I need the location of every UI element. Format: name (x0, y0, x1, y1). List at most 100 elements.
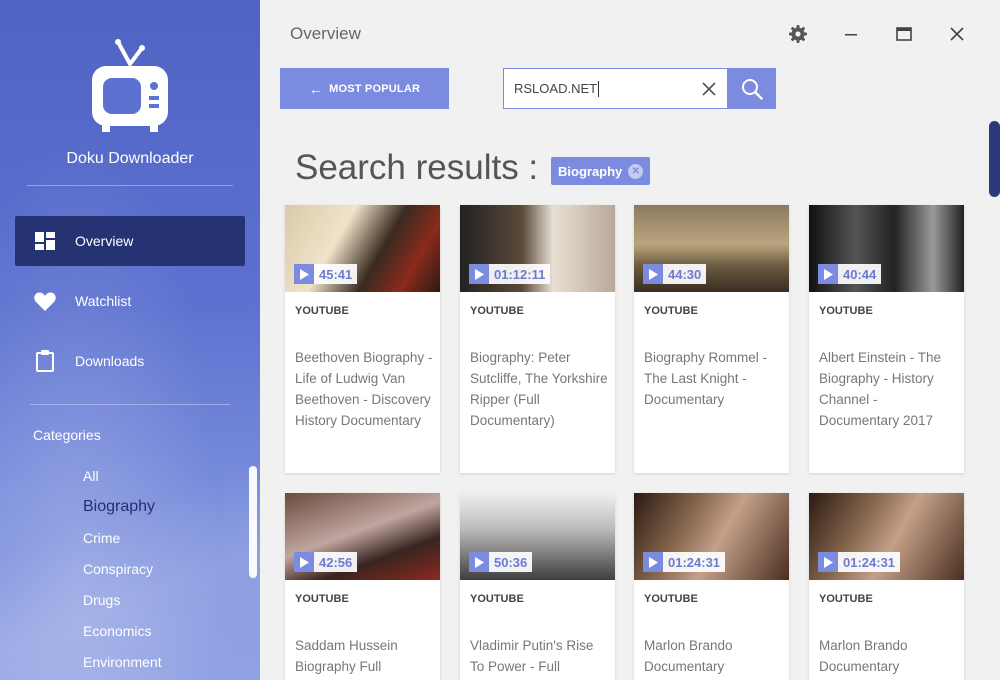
duration-badge: 42:56 (294, 552, 358, 572)
search-input-value: RSLOAD.NET (514, 81, 598, 96)
duration-text: 01:24:31 (668, 554, 721, 570)
heart-icon (15, 291, 75, 311)
video-thumbnail[interactable]: 42:56 (285, 493, 440, 580)
sidebar-item-label: Downloads (75, 353, 145, 369)
maximize-icon (896, 27, 912, 41)
play-icon[interactable] (294, 552, 314, 572)
play-icon[interactable] (818, 264, 838, 284)
video-source: YOUTUBE (295, 593, 349, 605)
sidebar: Doku Downloader Overview Watchlist Downl… (0, 0, 260, 680)
video-title[interactable]: Marlon Brando Documentary (644, 635, 782, 677)
video-card[interactable]: 42:56 YOUTUBE Saddam Hussein Biography Ful… (285, 493, 440, 680)
video-card[interactable]: 50:36 YOUTUBE Vladimir Putin's Rise To Pow… (460, 493, 615, 680)
maximize-button[interactable] (892, 22, 916, 46)
close-button[interactable] (945, 22, 969, 46)
sidebar-item-downloads[interactable]: Downloads (15, 336, 245, 386)
video-source: YOUTUBE (819, 305, 873, 317)
video-title[interactable]: Albert Einstein - The Biography - Histor… (819, 347, 957, 431)
filter-tag-label: Biography (558, 163, 623, 179)
remove-tag-icon[interactable]: ✕ (628, 163, 644, 179)
close-icon (950, 27, 964, 41)
search-icon (741, 78, 763, 100)
video-card[interactable]: 44:30 YOUTUBE Biography Rommel - The Last … (634, 205, 789, 473)
video-source: YOUTUBE (470, 593, 524, 605)
app-name: Doku Downloader (66, 150, 194, 167)
sidebar-divider-top (27, 185, 233, 186)
video-card[interactable]: 01:24:31 YOUTUBE Marlon Brando Documentary (634, 493, 789, 680)
most-popular-button[interactable]: ← MOST POPULAR (280, 68, 449, 109)
video-source: YOUTUBE (644, 305, 698, 317)
main-scrollbar[interactable] (989, 121, 1000, 197)
video-thumbnail[interactable]: 01:12:11 (460, 205, 615, 292)
play-icon[interactable] (643, 552, 663, 572)
arrow-left-icon: ← (308, 80, 324, 97)
category-item-drugs[interactable]: Drugs (83, 589, 162, 620)
play-icon[interactable] (818, 552, 838, 572)
sidebar-divider-mid (30, 404, 230, 405)
sidebar-scrollbar[interactable] (249, 466, 257, 578)
most-popular-label: MOST POPULAR (329, 82, 421, 95)
video-thumbnail[interactable]: 40:44 (809, 205, 964, 292)
categories-title: Categories (33, 427, 101, 443)
category-item-economics[interactable]: Economics (83, 620, 162, 651)
duration-text: 01:12:11 (494, 266, 546, 282)
duration-badge: 01:24:31 (818, 552, 901, 572)
main-content: Overview ← MOST POPULAR RSLOAD.NET Searc… (260, 0, 1000, 680)
video-source: YOUTUBE (644, 593, 698, 605)
category-item-all[interactable]: All (83, 465, 162, 496)
video-thumbnail[interactable]: 01:24:31 (634, 493, 789, 580)
category-item-conspiracy[interactable]: Conspiracy (83, 558, 162, 589)
video-card[interactable]: 40:44 YOUTUBE Albert Einstein - The Biogra… (809, 205, 964, 473)
video-title[interactable]: Biography Rommel - The Last Knight - Doc… (644, 347, 782, 410)
duration-badge: 44:30 (643, 264, 707, 284)
category-item-biography[interactable]: Biography (83, 496, 162, 527)
duration-text: 40:44 (843, 266, 877, 282)
minimize-icon (845, 34, 857, 36)
video-card[interactable]: 01:24:31 YOUTUBE Marlon Brando Documentary (809, 493, 964, 680)
video-source: YOUTUBE (819, 593, 873, 605)
play-icon[interactable] (294, 264, 314, 284)
video-title[interactable]: Marlon Brando Documentary (819, 635, 957, 677)
video-title[interactable]: Biography: Peter Sutcliffe, The Yorkshir… (470, 347, 608, 431)
results-title: Search results : (295, 148, 539, 187)
video-title[interactable]: Saddam Hussein Biography Full (295, 635, 433, 677)
video-source: YOUTUBE (470, 305, 524, 317)
video-thumbnail[interactable]: 01:24:31 (809, 493, 964, 580)
video-card[interactable]: 01:12:11 YOUTUBE Biography: Peter Sutcliff… (460, 205, 615, 473)
sidebar-item-watchlist[interactable]: Watchlist (15, 276, 245, 326)
play-icon[interactable] (643, 264, 663, 284)
clipboard-icon (15, 350, 75, 372)
gear-icon (789, 25, 807, 43)
category-item-crime[interactable]: Crime (83, 527, 162, 558)
page-title: Overview (290, 24, 361, 43)
duration-text: 44:30 (668, 266, 702, 282)
search-input[interactable]: RSLOAD.NET (503, 68, 729, 109)
sidebar-item-label: Watchlist (75, 293, 132, 309)
duration-text: 42:56 (319, 554, 353, 570)
video-thumbnail[interactable]: 45:41 (285, 205, 440, 292)
sidebar-item-overview[interactable]: Overview (15, 216, 245, 266)
video-source: YOUTUBE (295, 305, 349, 317)
minimize-button[interactable] (839, 22, 863, 46)
tv-logo-icon (92, 39, 168, 132)
video-thumbnail[interactable]: 50:36 (460, 493, 615, 580)
search-button[interactable] (727, 68, 776, 109)
video-card[interactable]: 45:41 YOUTUBE Beethoven Biography - Life o… (285, 205, 440, 473)
duration-text: 50:36 (494, 554, 528, 570)
duration-badge: 50:36 (469, 552, 533, 572)
category-item-environment[interactable]: Environment (83, 651, 162, 680)
play-icon[interactable] (469, 264, 489, 284)
duration-badge: 01:24:31 (643, 552, 726, 572)
duration-text: 45:41 (319, 266, 353, 282)
filter-tag[interactable]: Biography ✕ (551, 157, 651, 185)
settings-button[interactable] (786, 22, 810, 46)
play-icon[interactable] (469, 552, 489, 572)
sidebar-item-label: Overview (75, 233, 134, 249)
video-thumbnail[interactable]: 44:30 (634, 205, 789, 292)
clear-search-button[interactable] (698, 78, 720, 100)
video-title[interactable]: Vladimir Putin's Rise To Power - Full (470, 635, 608, 677)
duration-badge: 01:12:11 (469, 264, 551, 284)
video-title[interactable]: Beethoven Biography - Life of Ludwig Van… (295, 347, 433, 431)
duration-text: 01:24:31 (843, 554, 896, 570)
duration-badge: 45:41 (294, 264, 358, 284)
